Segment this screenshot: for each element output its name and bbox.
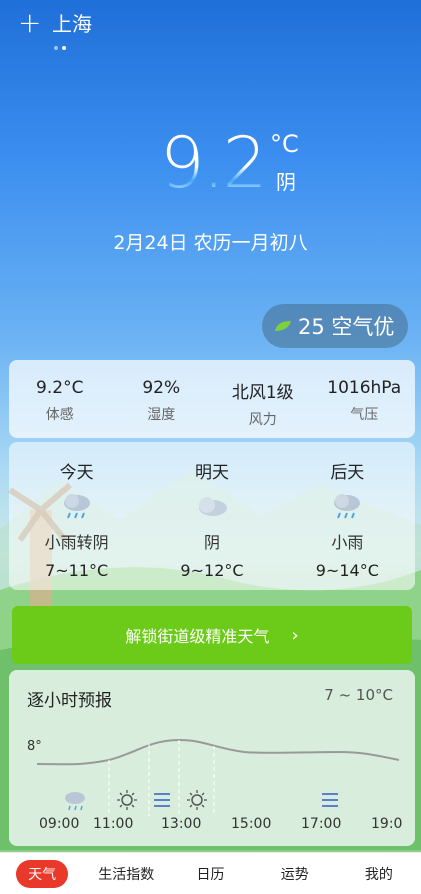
aqi-text: 25 空气优 [298,315,395,339]
forecast-day: 后天 [330,463,365,483]
tab-label: 生活指数 [98,866,155,883]
hour-label: 15:00 [231,816,272,832]
stat-feels-like: 9.2°C 体感 [9,360,111,438]
tab-label: 天气 [16,859,69,888]
rain-cloud-icon [63,494,90,519]
forecast-range: 9~14°C [315,561,379,580]
stat-value: 92% [142,378,181,398]
forecast-tomorrow[interactable]: 明天 阴 9~12°C [144,442,279,590]
tab-weather[interactable]: 天气 [0,859,84,888]
stat-humidity: 92% 湿度 [111,360,213,438]
tab-life-index[interactable]: 生活指数 [84,864,168,884]
stat-value: 9.2°C [36,378,84,398]
cloud-icon [198,497,227,516]
hourly-title: 逐小时预报 [27,691,112,711]
plus-icon[interactable]: + [18,8,44,37]
hour-label: 17:00 [301,816,342,832]
forecast-condition: 阴 [203,533,220,552]
hourly-forecast-card[interactable]: 逐小时预报 7 ~ 10°C 8° 09:00 11:00 13:00 15:0… [9,670,415,846]
city-name[interactable]: 上海 [52,8,92,37]
hourly-temperature-graph: 8° [27,738,400,816]
tab-fortune[interactable]: 运势 [253,864,337,884]
hourly-start-label: 8° [27,739,42,754]
unlock-street-weather-button[interactable]: 解锁街道级精准天气 › [12,606,412,664]
stat-pressure: 1016hPa 气压 [314,360,416,438]
forecast-day: 今天 [59,463,94,483]
forecast-day: 明天 [194,463,229,483]
hourly-range: 7 ~ 10°C [324,686,393,704]
aqi-badge[interactable]: 25 空气优 [262,304,408,348]
three-day-forecast-card[interactable]: 今天 小雨转阴 7~11°C 明天 阴 9~12°C 后天 小雨 9~14°C [9,442,415,590]
page-dot [54,46,58,50]
tab-label: 日历 [196,866,225,883]
rain-cloud-icon [334,494,361,519]
weather-stats-card: 9.2°C 体感 92% 湿度 北风1级 风力 1016hPa 气压 [9,360,415,438]
forecast-day-after[interactable]: 后天 小雨 9~14°C [280,442,415,590]
leaf-icon [275,321,291,331]
hour-label: 11:00 [93,816,134,832]
hour-label: 19:0 [371,816,403,832]
hour-label: 13:00 [161,816,202,832]
tab-label: 我的 [364,866,393,883]
current-temperature: 9.2 [160,122,267,204]
current-condition: 阴 [276,170,296,194]
sun-icon [117,790,137,810]
stat-value: 北风1级 [231,383,294,403]
page-dot-active [62,46,66,50]
haze-icon [322,793,338,807]
forecast-condition: 小雨 [331,533,364,552]
hour-label: 09:00 [39,816,80,832]
stat-label: 风力 [248,412,277,428]
hourly-times: 09:00 11:00 13:00 15:00 17:00 19:0 [9,816,415,836]
date-lunar: 2月24日 农历一月初八 [113,232,308,254]
forecast-condition: 小雨转阴 [44,533,109,552]
tab-label: 运势 [280,866,309,883]
tab-mine[interactable]: 我的 [337,864,421,884]
stat-label: 气压 [350,407,379,423]
tab-calendar[interactable]: 日历 [168,864,252,884]
stat-label: 体感 [45,407,74,423]
page-indicator [54,46,66,50]
forecast-range: 7~11°C [45,561,109,580]
chevron-right-icon: › [291,624,299,646]
sun-icon [187,790,207,810]
stat-label: 湿度 [147,407,176,423]
forecast-today[interactable]: 今天 小雨转阴 7~11°C [9,442,144,590]
current-temperature-block: 9.2 [160,122,267,204]
rain-cloud-icon [65,792,85,811]
forecast-range: 9~12°C [180,561,244,580]
temperature-unit: °C [270,130,299,158]
stat-value: 1016hPa [327,378,402,398]
temperature-curve [36,738,400,766]
stat-wind: 北风1级 风力 [212,360,314,438]
bottom-tab-bar: 天气 生活指数 日历 运势 我的 [0,852,421,894]
haze-icon [154,793,170,807]
unlock-label: 解锁街道级精准天气 [125,627,270,646]
